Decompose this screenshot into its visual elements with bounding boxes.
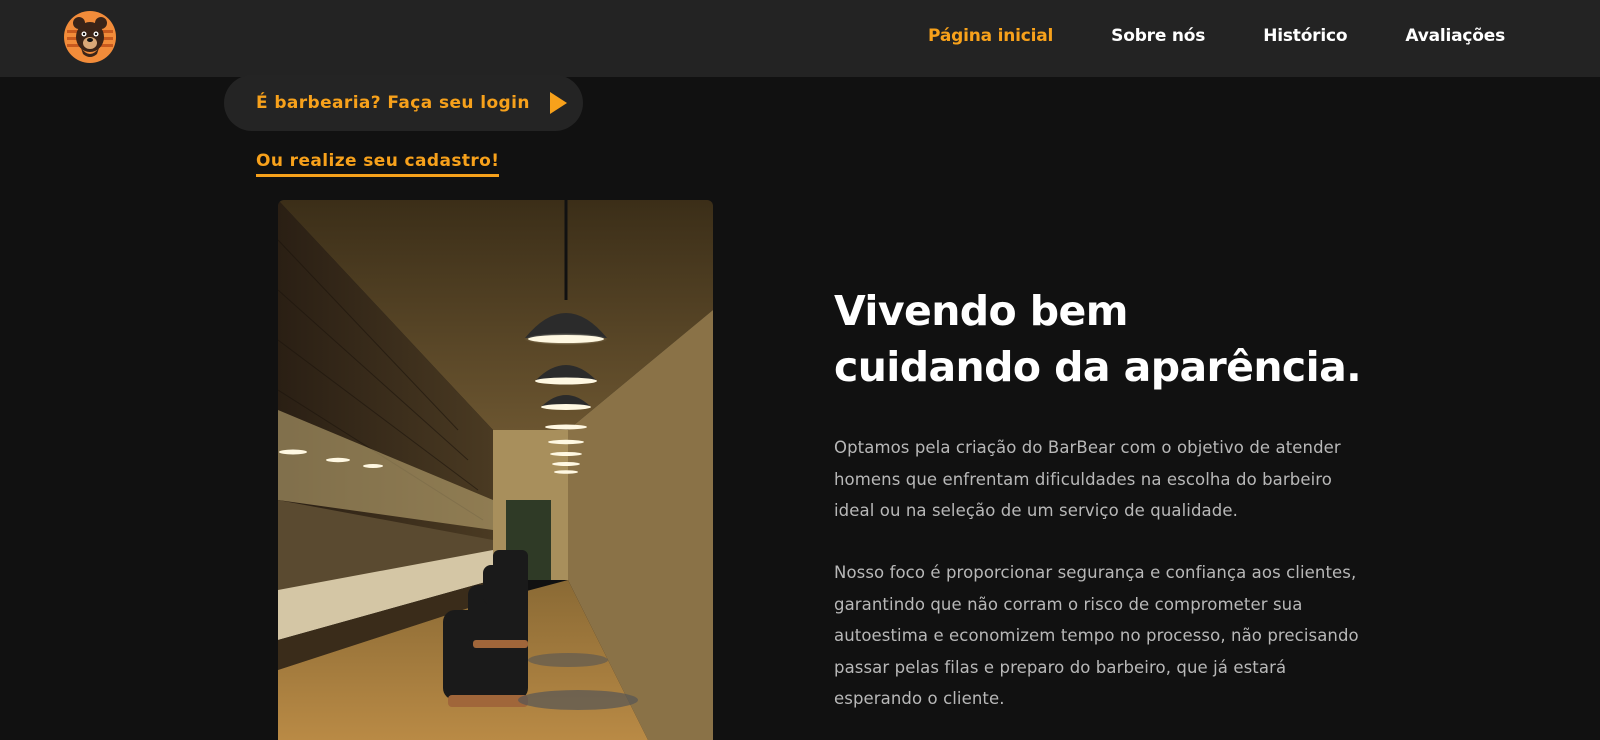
nav-item-about[interactable]: Sobre nós <box>1111 26 1205 46</box>
play-arrow-icon <box>549 92 567 114</box>
hero-paragraph-1: Optamos pela criação do BarBear com o ob… <box>834 438 1341 520</box>
main-nav: Página inicial Sobre nós Histórico Avali… <box>870 0 1505 72</box>
top-navbar: Página inicial Sobre nós Histórico Avali… <box>0 0 1600 77</box>
bear-icon[interactable] <box>63 10 117 64</box>
barbershop-illustration <box>278 200 713 740</box>
barbershop-interior-photo <box>278 200 713 740</box>
signup-link[interactable]: Ou realize seu cadastro! <box>256 151 500 177</box>
hero-title: Vivendo bem cuidando da aparência. <box>834 283 1362 395</box>
nav-item-home[interactable]: Página inicial <box>928 26 1053 46</box>
barbershop-login-button[interactable]: É barbearia? Faça seu login <box>224 75 583 131</box>
hero-title-line-2: cuidando da aparência. <box>834 343 1362 391</box>
hero-paragraph-2: Nosso foco é proporcionar segurança e co… <box>834 563 1359 708</box>
nav-item-history[interactable]: Histórico <box>1263 26 1347 46</box>
hero-title-line-1: Vivendo bem <box>834 287 1128 335</box>
nav-item-reviews[interactable]: Avaliações <box>1405 26 1505 46</box>
login-label: É barbearia? Faça seu login <box>256 93 530 113</box>
